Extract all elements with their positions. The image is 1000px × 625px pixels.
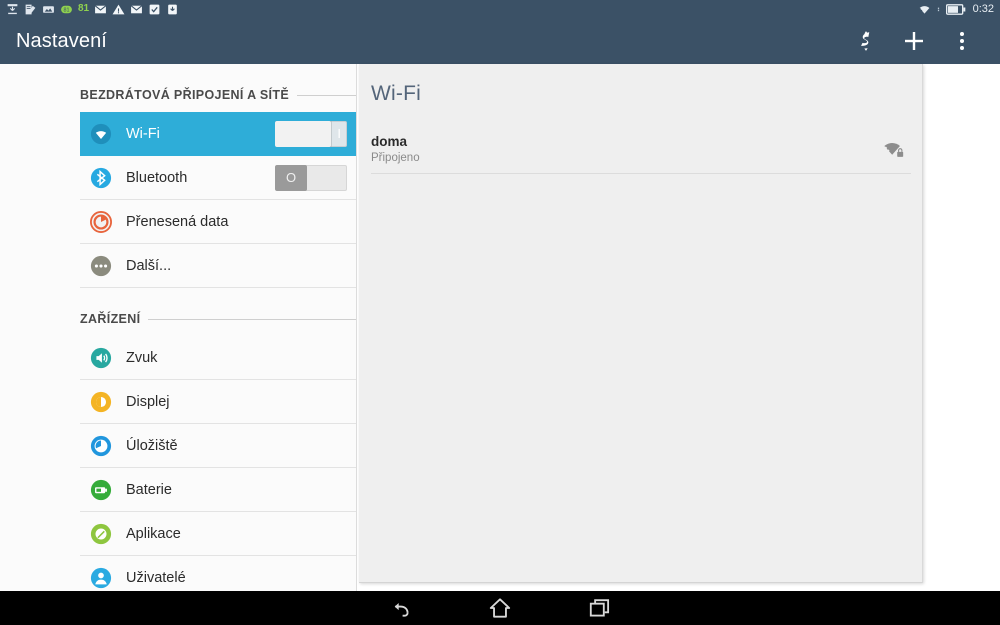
wifi-network-text: doma Připojeno xyxy=(371,134,881,165)
battery-icon xyxy=(945,3,965,15)
back-icon xyxy=(394,603,409,617)
display-circle-icon xyxy=(90,391,112,412)
home-icon xyxy=(489,598,511,618)
status-bar-system[interactable]: 0:32 xyxy=(918,3,994,16)
sidebar-item-more[interactable]: Další... xyxy=(80,244,357,288)
sidebar-item-label: Wi-Fi xyxy=(126,126,160,142)
sidebar-item-label: Přenesená data xyxy=(126,213,229,230)
wifi-status: Připojeno xyxy=(371,152,420,164)
mail-icon xyxy=(94,4,107,13)
content-area: BEZDRÁTOVÁ PŘIPOJENÍ A SÍTĚ Wi-Fi I Blue… xyxy=(0,64,1000,591)
android-settings-screen: 81 81 0:32 Nastavení BEZDRÁTOVÁ PŘIPOJEN… xyxy=(0,0,1000,625)
sidebar-item-label: Bluetooth xyxy=(126,169,188,186)
warning-icon xyxy=(112,4,125,14)
back-button[interactable] xyxy=(350,591,450,625)
sidebar-item-display[interactable]: Displej xyxy=(80,380,357,424)
status-bar: 81 81 0:32 xyxy=(0,0,1000,18)
add-network-button[interactable] xyxy=(890,18,938,64)
checkbox-task-icon xyxy=(149,4,160,14)
wifi-card: Wi-Fi doma Připojeno xyxy=(359,64,923,583)
settings-sidebar[interactable]: BEZDRÁTOVÁ PŘIPOJENÍ A SÍTĚ Wi-Fi I Blue… xyxy=(0,64,357,591)
users-circle-icon xyxy=(90,567,112,588)
wifi-toggle[interactable]: I xyxy=(275,121,347,147)
overflow-menu-icon xyxy=(960,32,964,50)
navigation-bar xyxy=(0,591,1000,625)
status-clock: 0:32 xyxy=(972,2,994,15)
sidebar-item-wifi[interactable]: Wi-Fi I xyxy=(80,112,357,156)
scan-icon xyxy=(861,31,870,51)
wifi-detail-pane: Wi-Fi doma Připojeno xyxy=(357,64,1000,591)
battery-saver-badge-icon: 81 xyxy=(61,5,72,13)
settings-list: BEZDRÁTOVÁ PŘIPOJENÍ A SÍTĚ Wi-Fi I Blue… xyxy=(80,64,357,591)
wifi-icon xyxy=(919,5,929,14)
action-bar: Nastavení xyxy=(0,18,1000,64)
data-usage-circle-icon xyxy=(90,210,112,233)
app-install-icon xyxy=(168,4,177,14)
scan-button[interactable] xyxy=(842,18,890,64)
sidebar-item-bluetooth[interactable]: Bluetooth O xyxy=(80,156,357,200)
apps-circle-icon xyxy=(90,523,112,544)
notification-count: 81 xyxy=(78,3,90,14)
section-rule xyxy=(148,318,357,320)
toggle-on-mark: I xyxy=(337,126,341,141)
sidebar-item-label: Uživatelé xyxy=(126,569,186,586)
overflow-menu-button[interactable] xyxy=(938,18,986,64)
sidebar-item-sound[interactable]: Zvuk xyxy=(80,336,357,380)
more-dots-circle-icon xyxy=(90,255,112,276)
wifi-secured-icon xyxy=(884,142,904,157)
wifi-network-row[interactable]: doma Připojeno xyxy=(371,126,911,174)
section-rule xyxy=(297,94,357,96)
download-icon xyxy=(7,3,18,14)
sidebar-item-label: Displej xyxy=(126,393,170,410)
recent-apps-icon xyxy=(589,599,610,617)
toggle-knob xyxy=(275,121,331,147)
sidebar-item-data-usage[interactable]: Přenesená data xyxy=(80,200,357,244)
toggle-off-mark: O xyxy=(286,169,297,185)
storage-circle-icon xyxy=(90,435,112,456)
bluetooth-circle-icon xyxy=(90,167,112,188)
sidebar-item-label: Baterie xyxy=(126,481,172,498)
sound-circle-icon xyxy=(90,347,112,368)
svg-text:81: 81 xyxy=(63,7,69,13)
status-bar-notifications[interactable]: 81 81 xyxy=(6,3,918,16)
sidebar-item-label: Úložiště xyxy=(126,437,178,454)
wifi-ssid: doma xyxy=(371,134,408,149)
page-title: Nastavení xyxy=(16,29,107,52)
mail-icon-2 xyxy=(130,4,143,13)
sidebar-item-label: Aplikace xyxy=(126,525,181,542)
recent-apps-button[interactable] xyxy=(550,591,650,625)
sidebar-item-apps[interactable]: Aplikace xyxy=(80,512,357,556)
sidebar-item-label: Další... xyxy=(126,257,172,274)
battery-circle-icon xyxy=(90,479,112,500)
sidebar-item-users[interactable]: Uživatelé xyxy=(80,556,357,591)
section-header-device: ZAŘÍZENÍ xyxy=(80,288,357,336)
data-transfer-icon xyxy=(937,7,939,11)
sidebar-item-label: Zvuk xyxy=(126,349,158,366)
sidebar-item-storage[interactable]: Úložiště xyxy=(80,424,357,468)
wifi-circle-icon xyxy=(90,123,112,145)
screenshot-icon xyxy=(43,5,54,13)
home-button[interactable] xyxy=(450,591,550,625)
bluetooth-toggle[interactable]: O xyxy=(275,164,347,191)
section-title: ZAŘÍZENÍ xyxy=(80,312,141,326)
section-title: BEZDRÁTOVÁ PŘIPOJENÍ A SÍTĚ xyxy=(80,88,290,102)
plus-icon xyxy=(905,32,923,50)
sidebar-item-battery[interactable]: Baterie xyxy=(80,468,357,512)
wifi-panel-title: Wi-Fi xyxy=(371,82,421,105)
section-header-wireless: BEZDRÁTOVÁ PŘIPOJENÍ A SÍTĚ xyxy=(80,64,357,112)
note-edit-icon xyxy=(25,4,36,14)
